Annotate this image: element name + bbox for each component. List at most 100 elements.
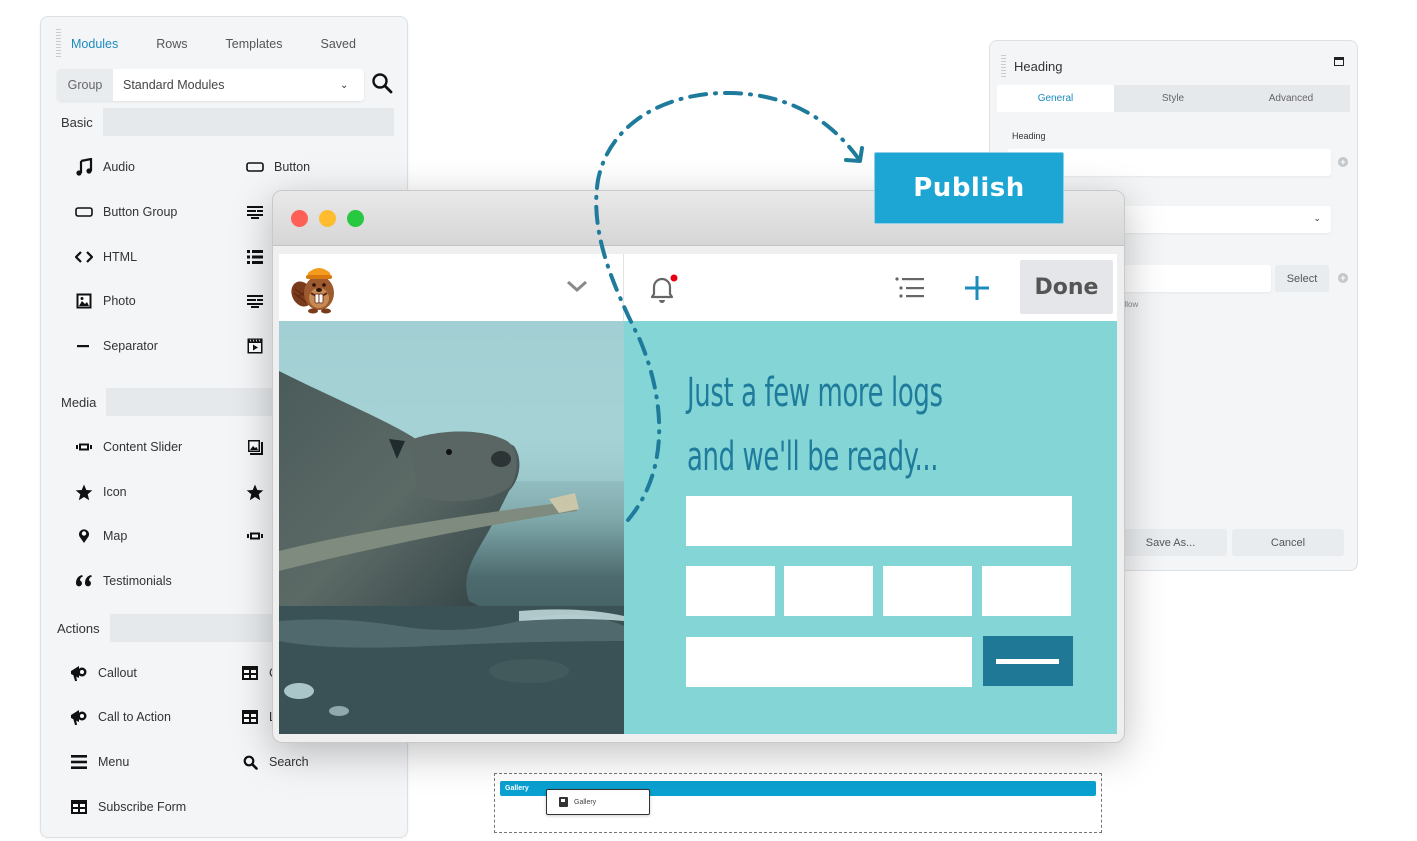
bell-icon[interactable] [648,274,680,304]
search-icon [241,753,259,771]
megaphone-icon [70,708,88,726]
section-media-title: Media [47,388,107,416]
headline-line-2: and we'll be ready... [687,434,939,480]
photo-icon [75,292,93,310]
drag-handle[interactable] [1001,55,1006,79]
tab-modules[interactable]: Modules [71,37,118,51]
module-text-editor-2[interactable] [246,292,274,310]
module-photo[interactable]: Photo [75,292,136,310]
add-circle-icon[interactable]: + [1338,273,1348,283]
tab-advanced[interactable]: Advanced [1232,85,1350,112]
panel-title: Heading [1014,59,1063,74]
video-icon [246,337,264,355]
gallery-icon [246,438,264,456]
module-map[interactable]: Map [75,527,127,545]
module-call-to-action[interactable]: Call to Action [70,708,171,726]
slider-icon [246,527,264,545]
tab-saved[interactable]: Saved [321,37,356,51]
gallery-drag-chip[interactable]: Gallery [546,789,650,815]
add-content-icon[interactable] [963,274,991,302]
minimize-window-button[interactable] [319,210,336,227]
music-note-icon [75,158,93,176]
cancel-button[interactable]: Cancel [1232,529,1344,556]
done-button[interactable]: Done [1020,260,1113,314]
module-label: Testimonials [103,574,172,588]
chevron-down-icon[interactable] [566,279,588,293]
tab-general[interactable]: General [997,85,1114,112]
module-button-group[interactable]: Button Group [75,203,177,221]
chevron-down-icon: ⌄ [1313,213,1321,223]
form-field-3[interactable] [883,566,972,616]
button-icon [75,203,93,221]
beaver-logo-icon[interactable] [289,261,345,315]
add-circle-icon[interactable]: + [1338,157,1348,167]
quote-icon [75,572,93,590]
module-html[interactable]: HTML [75,248,137,266]
tab-rows[interactable]: Rows [156,37,187,51]
module-gallery[interactable] [246,438,274,456]
module-slideshow[interactable] [246,527,274,545]
settings-tabs: General Style Advanced [997,85,1350,112]
modules-tabs: Modules Rows Templates Saved [71,37,356,51]
module-audio[interactable]: Audio [75,158,135,176]
site-header-left [279,254,624,321]
gallery-chip-label: Gallery [574,798,597,806]
form-submit-button[interactable] [983,636,1073,686]
close-window-button[interactable] [291,210,308,227]
text-editor-icon [246,203,264,221]
section-basic-title: Basic [47,108,103,136]
row-drop-zone[interactable]: Gallery Gallery [494,773,1102,833]
module-icon-group[interactable] [246,483,274,501]
code-icon [75,248,93,266]
module-text-editor[interactable] [246,203,274,221]
module-label: Photo [103,294,136,308]
form-field-wide[interactable] [686,496,1072,546]
search-icon[interactable] [371,72,395,96]
maximize-icon[interactable] [1334,57,1344,66]
beaver-photo-image [279,321,624,734]
module-login-form[interactable]: L [241,708,276,726]
module-video[interactable] [246,337,274,355]
tab-style[interactable]: Style [1114,85,1232,112]
heading-field-label: Heading [1012,131,1046,141]
module-label: Callout [98,666,137,680]
module-list[interactable] [246,248,274,266]
arrow-head [844,146,864,163]
publish-button[interactable]: Publish [874,152,1064,224]
tab-templates[interactable]: Templates [226,37,283,51]
section-basic[interactable]: Basic [47,108,394,136]
group-select[interactable]: Group Standard Modules ⌄ [57,69,364,101]
module-label: Button Group [103,205,178,219]
map-pin-icon [75,527,93,545]
maximize-window-button[interactable] [347,210,364,227]
outline-list-icon[interactable] [894,276,926,300]
minus-icon [75,337,93,355]
coming-soon-headline: Just a few more logs and we'll be ready.… [687,361,943,489]
form-field-2[interactable] [784,566,873,616]
group-label: Group [57,69,113,101]
module-icon[interactable]: Icon [75,483,127,501]
module-subscribe-form[interactable]: Subscribe Form [70,798,186,816]
module-content-slider[interactable]: Content Slider [75,438,182,456]
star-icon [75,483,93,501]
select-button[interactable]: Select [1275,265,1329,292]
module-button[interactable]: Button [246,158,310,176]
module-callout[interactable]: Callout [70,664,137,682]
module-testimonials[interactable]: Testimonials [75,572,172,590]
form-field-1[interactable] [686,566,775,616]
page-viewport: Done Just a few more logs and we'll be r… [279,254,1117,734]
save-as-button[interactable]: Save As... [1114,529,1227,556]
module-label: Map [103,529,128,543]
drag-handle[interactable] [56,29,61,57]
table-icon [70,798,88,816]
form-field-4[interactable] [982,566,1071,616]
module-label: Audio [103,160,135,174]
group-value: Standard Modules [123,78,225,92]
module-search[interactable]: Search [241,753,309,771]
form-field-email[interactable] [686,637,972,687]
module-separator[interactable]: Separator [75,337,158,355]
browser-window: Done Just a few more logs and we'll be r… [272,190,1125,743]
section-actions-title: Actions [47,614,110,642]
module-menu[interactable]: Menu [70,753,129,771]
module-label: Content Slider [103,440,183,454]
